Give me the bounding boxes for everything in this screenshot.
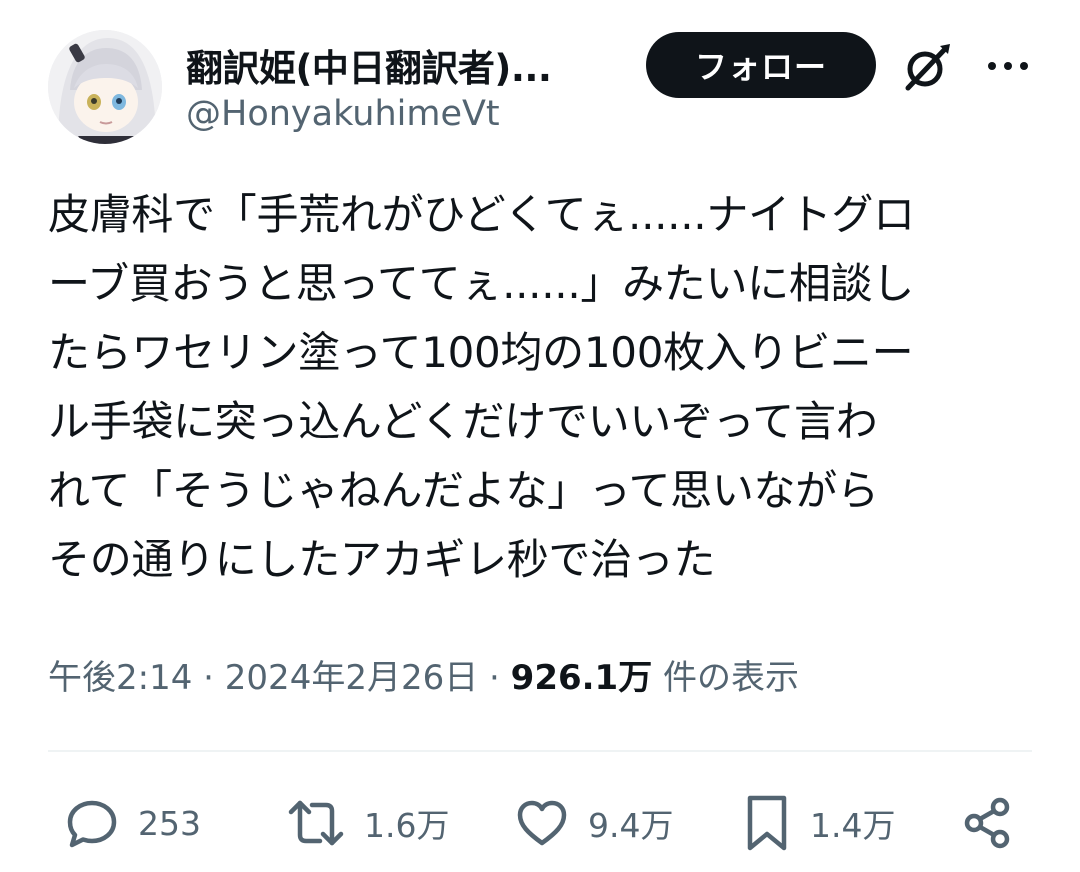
grok-icon[interactable] [900, 40, 954, 94]
like-button[interactable]: 9.4万 [514, 790, 673, 856]
tweet-date[interactable]: 2024年2月26日 [225, 658, 478, 698]
reply-button[interactable]: 253 [64, 790, 201, 856]
share-icon [960, 795, 1016, 851]
more-icon[interactable] [984, 48, 1032, 84]
reply-count: 253 [138, 803, 201, 843]
repost-count: 1.6万 [364, 806, 450, 845]
avatar-image [48, 30, 162, 144]
like-icon [514, 795, 570, 851]
views-label: 件の表示 [652, 658, 800, 698]
tweet-header: 翻訳姫(中日翻訳者)... @HonyakuhimeVt フォロー [48, 30, 1032, 150]
tweet-time[interactable]: 午後2:14 [48, 658, 192, 698]
tweet-meta: 午後2:14 · 2024年2月26日 · 926.1万 件の表示 [48, 650, 799, 699]
share-button[interactable] [960, 790, 1016, 856]
bookmark-icon [742, 792, 792, 854]
repost-icon [286, 795, 346, 851]
meta-separator: · [478, 658, 511, 698]
author-display-name[interactable]: 翻訳姫(中日翻訳者)... [186, 38, 552, 92]
views-count: 926.1万 [510, 658, 653, 698]
avatar[interactable] [48, 30, 162, 144]
action-bar: 253 1.6万 9.4万 1.4万 [48, 790, 1032, 860]
bookmark-button[interactable]: 1.4万 [742, 790, 895, 856]
tweet-text: 皮膚科で「手荒れがひどくてぇ......ナイトグロ ーブ買おうと思っててぇ...… [48, 190, 915, 584]
meta-separator: · [192, 658, 225, 698]
follow-button[interactable]: フォロー [646, 32, 876, 98]
divider [48, 750, 1032, 752]
author-handle[interactable]: @HonyakuhimeVt [186, 94, 500, 134]
bookmark-count: 1.4万 [810, 806, 896, 845]
like-count: 9.4万 [588, 806, 674, 845]
reply-icon [64, 795, 120, 851]
repost-button[interactable]: 1.6万 [286, 790, 449, 856]
